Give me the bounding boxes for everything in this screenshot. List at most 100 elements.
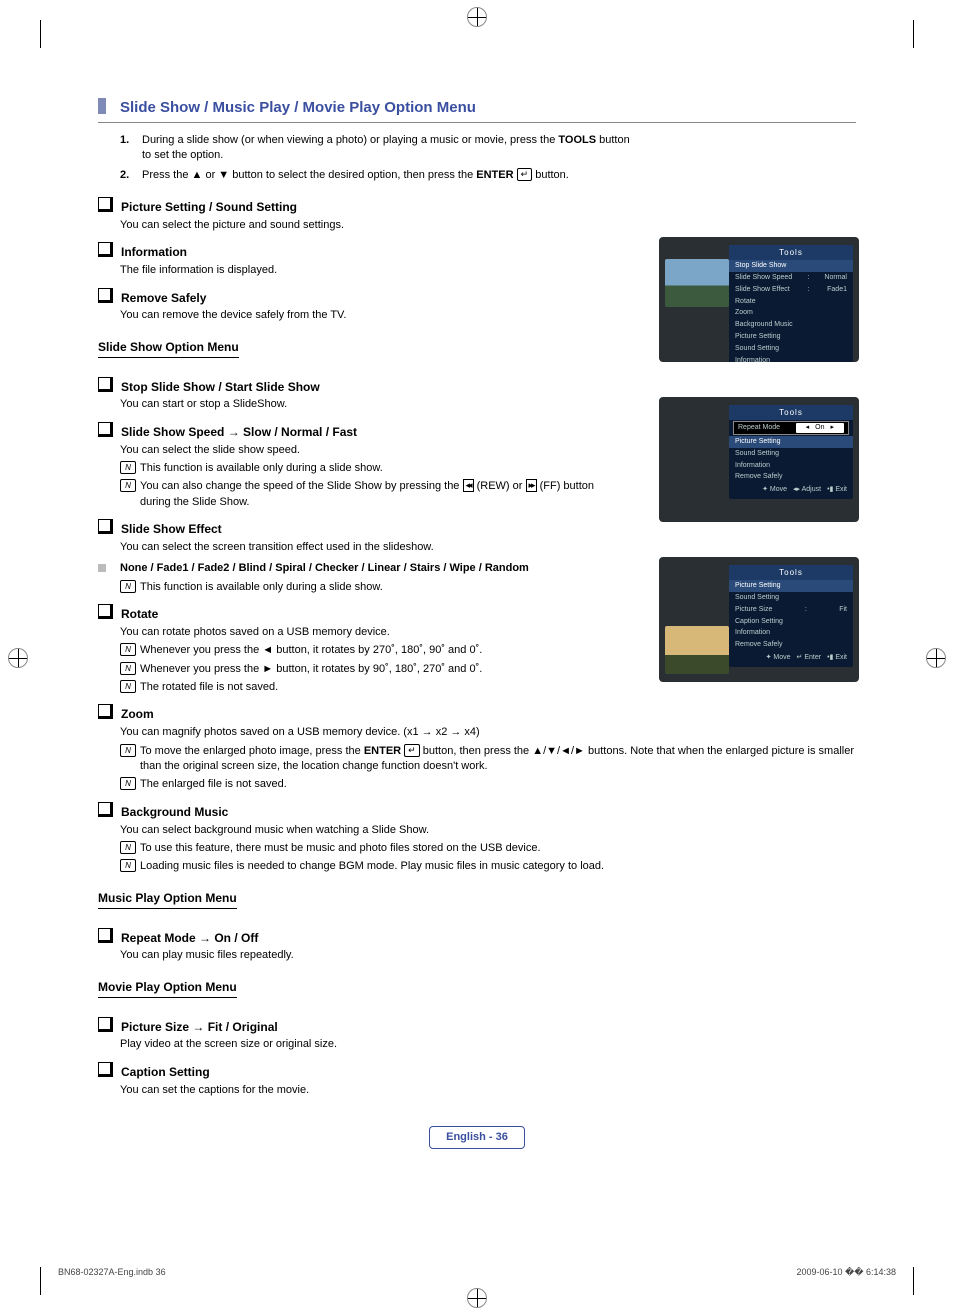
rewind-icon: ◂◂: [463, 479, 474, 492]
thumbnail-photo: [665, 259, 729, 307]
note: NThis function is available only during …: [120, 580, 618, 595]
body-text: You can select the slide show speed.: [120, 443, 618, 458]
menu-item: Information: [729, 460, 853, 472]
note-icon: N: [120, 662, 136, 675]
bullet-icon: [98, 197, 113, 212]
body-text: Play video at the screen size or origina…: [120, 1037, 858, 1052]
body-text: You can select the screen transition eff…: [120, 540, 618, 555]
menu-item: Remove Safely: [729, 471, 853, 483]
crop-mark-top: [467, 7, 487, 27]
step-2: 2.Press the ▲ or ▼ button to select the …: [120, 168, 640, 183]
body-text: You can magnify photos saved on a USB me…: [120, 725, 858, 740]
menu-item-selected: Repeat Mode◂On▸: [733, 421, 849, 435]
heading-rotate: Rotate: [98, 604, 618, 623]
bullet-icon: [98, 1062, 113, 1077]
bullet-icon: [98, 288, 113, 303]
heading-slide-effect: Slide Show Effect: [98, 519, 618, 538]
menu-item: Information: [729, 627, 853, 639]
print-filename: BN68-02327A-Eng.indb 36: [58, 1266, 166, 1279]
screenshot-tools-movie: Tools Picture Setting Sound Setting Pict…: [659, 557, 859, 682]
body-text: You can rotate photos saved on a USB mem…: [120, 625, 618, 640]
menu-item: Caption Setting: [729, 616, 853, 628]
body-text: You can select background music when wat…: [120, 823, 858, 838]
menu-item: Background Music: [729, 319, 853, 331]
heading-slide-speed: Slide Show Speed → Slow / Normal / Fast: [98, 422, 618, 441]
heading-picture-sound: Picture Setting / Sound Setting: [98, 197, 618, 216]
note-icon: N: [120, 777, 136, 790]
panel-title: Tools: [729, 245, 853, 260]
note: NYou can also change the speed of the Sl…: [120, 479, 618, 510]
note-icon: N: [120, 643, 136, 656]
menu-item: Rotate: [729, 296, 853, 308]
note-icon: N: [120, 680, 136, 693]
bullet-icon: [98, 604, 113, 619]
heading-bar-icon: [98, 98, 106, 114]
menu-item: Picture Setting: [729, 436, 853, 448]
menu-item: Slide Show Speed:Normal: [729, 272, 853, 284]
crop-mark-bottom: [467, 1288, 487, 1308]
bullet-icon: [98, 377, 113, 392]
menu-item: Sound Setting: [729, 592, 853, 604]
note: NLoading music files is needed to change…: [120, 859, 858, 874]
crop-mark-right: [926, 648, 946, 668]
menu-item: Zoom: [729, 307, 853, 319]
note: NTo use this feature, there must be musi…: [120, 841, 858, 856]
note: NThe rotated file is not saved.: [120, 680, 618, 695]
note-icon: N: [120, 580, 136, 593]
bullet-icon: [98, 704, 113, 719]
menu-item: Picture Setting: [729, 580, 853, 592]
menu-item: Stop Slide Show: [729, 260, 853, 272]
page-number: English - 36: [429, 1126, 525, 1149]
enter-icon: ↵: [517, 168, 533, 181]
bullet-icon: [98, 242, 113, 257]
heading-information: Information: [98, 242, 618, 261]
panel-footer: ✦ Move↵ Enter•▮ Exit: [729, 651, 853, 663]
body-text: You can select the picture and sound set…: [120, 218, 618, 233]
subheading-music-menu: Music Play Option Menu: [98, 890, 237, 909]
note-icon: N: [120, 859, 136, 872]
step-1: 1.During a slide show (or when viewing a…: [120, 133, 640, 164]
screenshot-tools-slideshow: Tools Stop Slide Show Slide Show Speed:N…: [659, 237, 859, 362]
bullet-icon: [98, 802, 113, 817]
print-timestamp: 2009-06-10 �� 6:14:38: [796, 1266, 896, 1279]
bullet-icon: [98, 422, 113, 437]
note: NThis function is available only during …: [120, 461, 618, 476]
heading-repeat-mode: Repeat Mode → On / Off: [98, 928, 858, 947]
body-text: You can remove the device safely from th…: [120, 308, 618, 323]
menu-item: Sound Setting: [729, 448, 853, 460]
note: NThe enlarged file is not saved.: [120, 777, 858, 792]
heading-caption: Caption Setting: [98, 1062, 858, 1081]
menu-item: Remove Safely: [729, 639, 853, 651]
subheading-slideshow-menu: Slide Show Option Menu: [98, 339, 239, 358]
crop-tick: [40, 1267, 41, 1295]
bullet-icon: [98, 928, 113, 943]
body-text: The file information is displayed.: [120, 263, 618, 278]
note-icon: N: [120, 841, 136, 854]
menu-item: Sound Setting: [729, 343, 853, 355]
note-icon: N: [120, 479, 136, 492]
crop-mark-left: [8, 648, 28, 668]
menu-item: Slide Show Effect:Fade1: [729, 284, 853, 296]
menu-item: Information: [729, 355, 853, 362]
heading-stop-start: Stop Slide Show / Start Slide Show: [98, 377, 618, 396]
note-icon: N: [120, 744, 136, 757]
panel-title: Tools: [729, 405, 853, 420]
note: NWhenever you press the ► button, it rot…: [120, 662, 618, 677]
bullet-icon: [98, 1017, 113, 1032]
heading-picture-size: Picture Size → Fit / Original: [98, 1017, 858, 1036]
thumbnail-photo: [665, 626, 729, 674]
panel-title: Tools: [729, 565, 853, 580]
body-text: You can set the captions for the movie.: [120, 1083, 858, 1098]
body-text: You can start or stop a SlideShow.: [120, 397, 618, 412]
enter-icon: ↵: [404, 744, 420, 757]
note: NWhenever you press the ◄ button, it rot…: [120, 643, 618, 658]
note-icon: N: [120, 461, 136, 474]
crop-tick: [913, 20, 914, 48]
screenshot-tools-music: Tools Repeat Mode◂On▸ Picture Setting So…: [659, 397, 859, 522]
body-text: You can play music files repeatedly.: [120, 948, 858, 963]
crop-tick: [40, 20, 41, 48]
heading-bgm: Background Music: [98, 802, 858, 821]
menu-item: Picture Setting: [729, 331, 853, 343]
note: NTo move the enlarged photo image, press…: [120, 744, 858, 775]
forward-icon: ▸▸: [526, 479, 537, 492]
